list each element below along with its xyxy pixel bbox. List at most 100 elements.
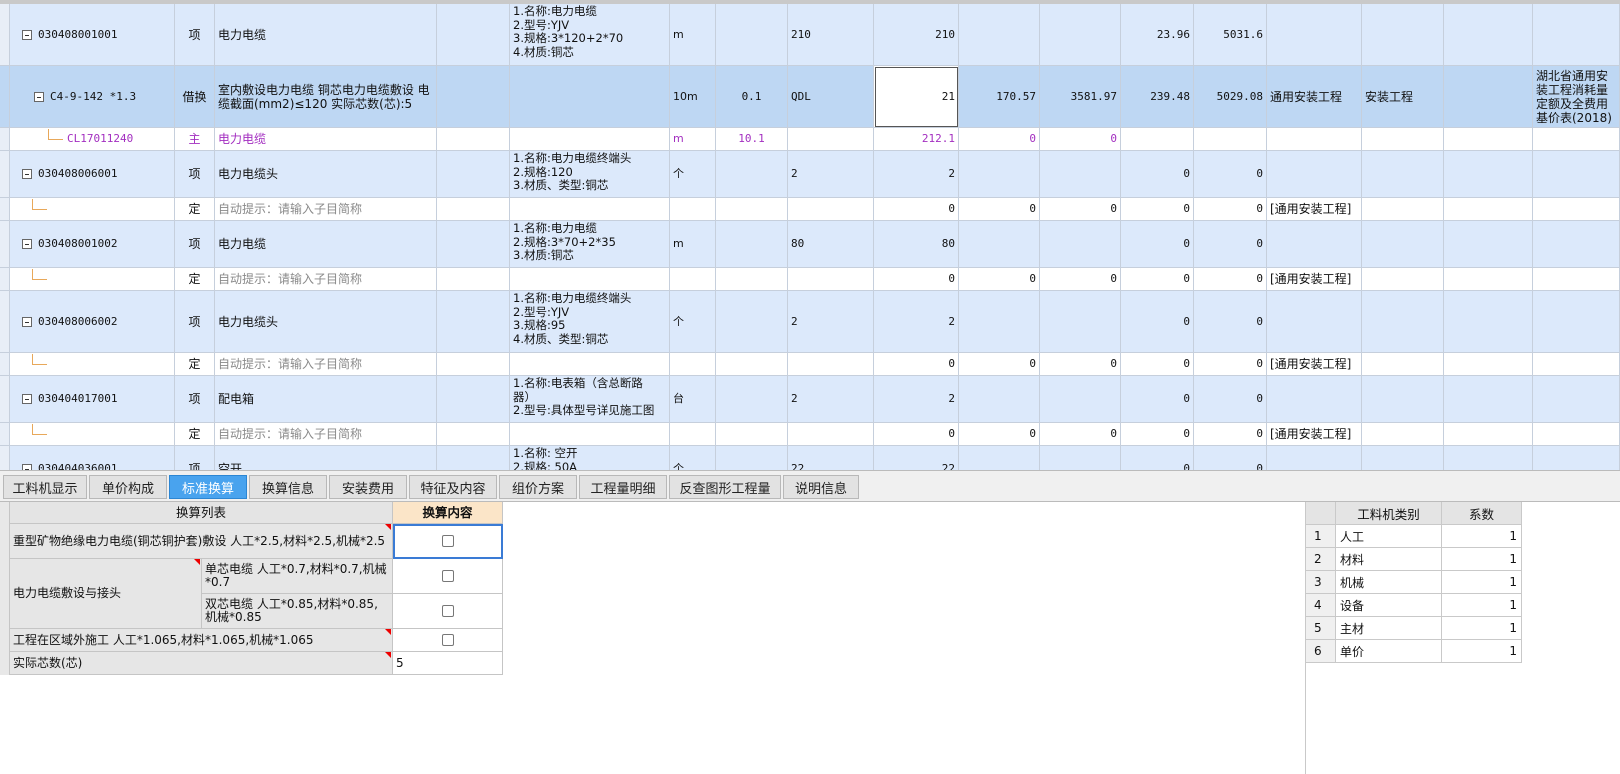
cell-c11[interactable]: 0 <box>1121 198 1194 221</box>
cell-qty_expr[interactable] <box>716 376 788 423</box>
cell-type[interactable]: 定 <box>175 268 215 291</box>
cell-c12[interactable]: 0 <box>1194 151 1267 198</box>
cell-c9[interactable]: 0 <box>959 198 1040 221</box>
cell-name[interactable]: 自动提示：请输入子目简称 <box>215 353 437 376</box>
cell-c12[interactable]: 0 <box>1194 423 1267 446</box>
cell-c15[interactable] <box>1444 353 1533 376</box>
cell-c9[interactable]: 0 <box>959 423 1040 446</box>
cell-c9[interactable]: 170.57 <box>959 66 1040 128</box>
cell-extra[interactable] <box>437 66 510 128</box>
cell-c12[interactable]: 0 <box>1194 291 1267 353</box>
checkbox-icon[interactable] <box>441 634 454 646</box>
tab-0[interactable]: 工料机显示 <box>3 475 87 499</box>
cell-name[interactable]: 空开 <box>215 446 437 470</box>
cell-c9[interactable]: 0 <box>959 353 1040 376</box>
cell-c11[interactable]: 0 <box>1121 151 1194 198</box>
cell-name[interactable]: 配电箱 <box>215 376 437 423</box>
cell-unit[interactable] <box>670 353 716 376</box>
cell-desc[interactable]: 1.名称: 空开 2.规格: 50A <box>510 446 670 470</box>
table-row[interactable]: 定 自动提示：请输入子目简称 0 0 0 0 0 [通用安装工程] <box>0 268 1620 291</box>
cell-c10[interactable]: 0 <box>1040 423 1121 446</box>
cell-c11[interactable]: 23.96 <box>1121 4 1194 66</box>
checkbox-icon[interactable] <box>441 605 454 617</box>
cell-c9[interactable] <box>959 446 1040 470</box>
cell-c11[interactable]: 0 <box>1121 353 1194 376</box>
cell-c13[interactable] <box>1267 376 1362 423</box>
cell-code[interactable]: C4-9-142 *1.3 <box>10 66 175 128</box>
coefficient-value[interactable]: 1 <box>1442 525 1522 548</box>
cell-c14[interactable] <box>1362 268 1444 291</box>
cell-c13[interactable] <box>1267 291 1362 353</box>
cell-c11[interactable]: 0 <box>1121 446 1194 470</box>
cell-c13[interactable]: [通用安装工程] <box>1267 268 1362 291</box>
cell-desc[interactable]: 1.名称:电力电缆 2.规格:3*70+2*35 3.材质:铜芯 <box>510 221 670 268</box>
cell-coef[interactable]: 210 <box>788 4 874 66</box>
cell-c14[interactable] <box>1362 423 1444 446</box>
cell-extra[interactable] <box>437 268 510 291</box>
cell-qty[interactable]: 80 <box>874 221 959 268</box>
cell-c14[interactable] <box>1362 151 1444 198</box>
table-row[interactable]: 定 自动提示：请输入子目简称 0 0 0 0 0 [通用安装工程] <box>0 423 1620 446</box>
cell-c15[interactable] <box>1444 268 1533 291</box>
cell-type[interactable]: 项 <box>175 446 215 470</box>
cell-name[interactable]: 自动提示：请输入子目简称 <box>215 198 437 221</box>
cell-c14[interactable] <box>1362 221 1444 268</box>
cell-unit[interactable] <box>670 423 716 446</box>
cell-qty_expr[interactable] <box>716 446 788 470</box>
conversion-checkbox-1[interactable] <box>393 524 503 559</box>
coefficient-value[interactable]: 1 <box>1442 617 1522 640</box>
cell-c16[interactable]: 湖北省通用安装工程消耗量定额及全费用基价表(2018) <box>1533 66 1620 128</box>
cell-c16[interactable] <box>1533 446 1620 470</box>
cell-coef[interactable] <box>788 423 874 446</box>
cell-qty[interactable]: 0 <box>874 423 959 446</box>
cell-qty[interactable]: 2 <box>874 151 959 198</box>
cell-code[interactable] <box>10 353 175 376</box>
cell-extra[interactable] <box>437 221 510 268</box>
cell-type[interactable]: 借换 <box>175 66 215 128</box>
cell-code[interactable]: 030404017001 <box>10 376 175 423</box>
tab-5[interactable]: 特征及内容 <box>409 475 497 499</box>
cell-c10[interactable] <box>1040 376 1121 423</box>
cell-c14[interactable] <box>1362 291 1444 353</box>
cell-c10[interactable]: 0 <box>1040 353 1121 376</box>
cell-extra[interactable] <box>437 353 510 376</box>
table-row[interactable]: 030408006001 项 电力电缆头 1.名称:电力电缆终端头 2.规格:120 … <box>0 151 1620 198</box>
cell-coef[interactable] <box>788 353 874 376</box>
collapse-icon[interactable] <box>22 169 32 179</box>
cell-desc[interactable] <box>510 198 670 221</box>
cell-qty_expr[interactable] <box>716 291 788 353</box>
cell-c12[interactable] <box>1194 128 1267 151</box>
cell-c15[interactable] <box>1444 221 1533 268</box>
cell-extra[interactable] <box>437 446 510 470</box>
cell-coef[interactable]: 22 <box>788 446 874 470</box>
cell-c12[interactable]: 0 <box>1194 446 1267 470</box>
cell-c13[interactable] <box>1267 128 1362 151</box>
cell-code[interactable]: 030408001001 <box>10 4 175 66</box>
quantity-input[interactable]: 21 <box>874 66 959 128</box>
cell-type[interactable]: 定 <box>175 353 215 376</box>
cell-code[interactable] <box>10 198 175 221</box>
cell-c11[interactable]: 0 <box>1121 268 1194 291</box>
collapse-icon[interactable] <box>22 316 32 327</box>
tab-2[interactable]: 标准换算 <box>169 475 247 499</box>
cell-c16[interactable] <box>1533 4 1620 66</box>
cell-code[interactable]: 030408006002 <box>10 291 175 353</box>
cell-c13[interactable] <box>1267 221 1362 268</box>
cell-c10[interactable]: 0 <box>1040 268 1121 291</box>
cell-c16[interactable] <box>1533 268 1620 291</box>
cell-c14[interactable] <box>1362 198 1444 221</box>
tab-6[interactable]: 组价方案 <box>499 475 577 499</box>
cell-qty_expr[interactable] <box>716 151 788 198</box>
cell-c15[interactable] <box>1444 151 1533 198</box>
cell-type[interactable]: 项 <box>175 291 215 353</box>
cell-coef[interactable]: 80 <box>788 221 874 268</box>
cell-desc[interactable]: 1.名称:电力电缆终端头 2.型号:YJV 3.规格:95 4.材质、类型:铜芯 <box>510 291 670 353</box>
cell-unit[interactable]: 个 <box>670 291 716 353</box>
cell-c12[interactable]: 0 <box>1194 221 1267 268</box>
cell-desc[interactable] <box>510 423 670 446</box>
cell-unit[interactable]: m <box>670 4 716 66</box>
cell-c15[interactable] <box>1444 128 1533 151</box>
cell-c9[interactable] <box>959 291 1040 353</box>
cell-c13[interactable] <box>1267 4 1362 66</box>
cell-c11[interactable]: 0 <box>1121 291 1194 353</box>
